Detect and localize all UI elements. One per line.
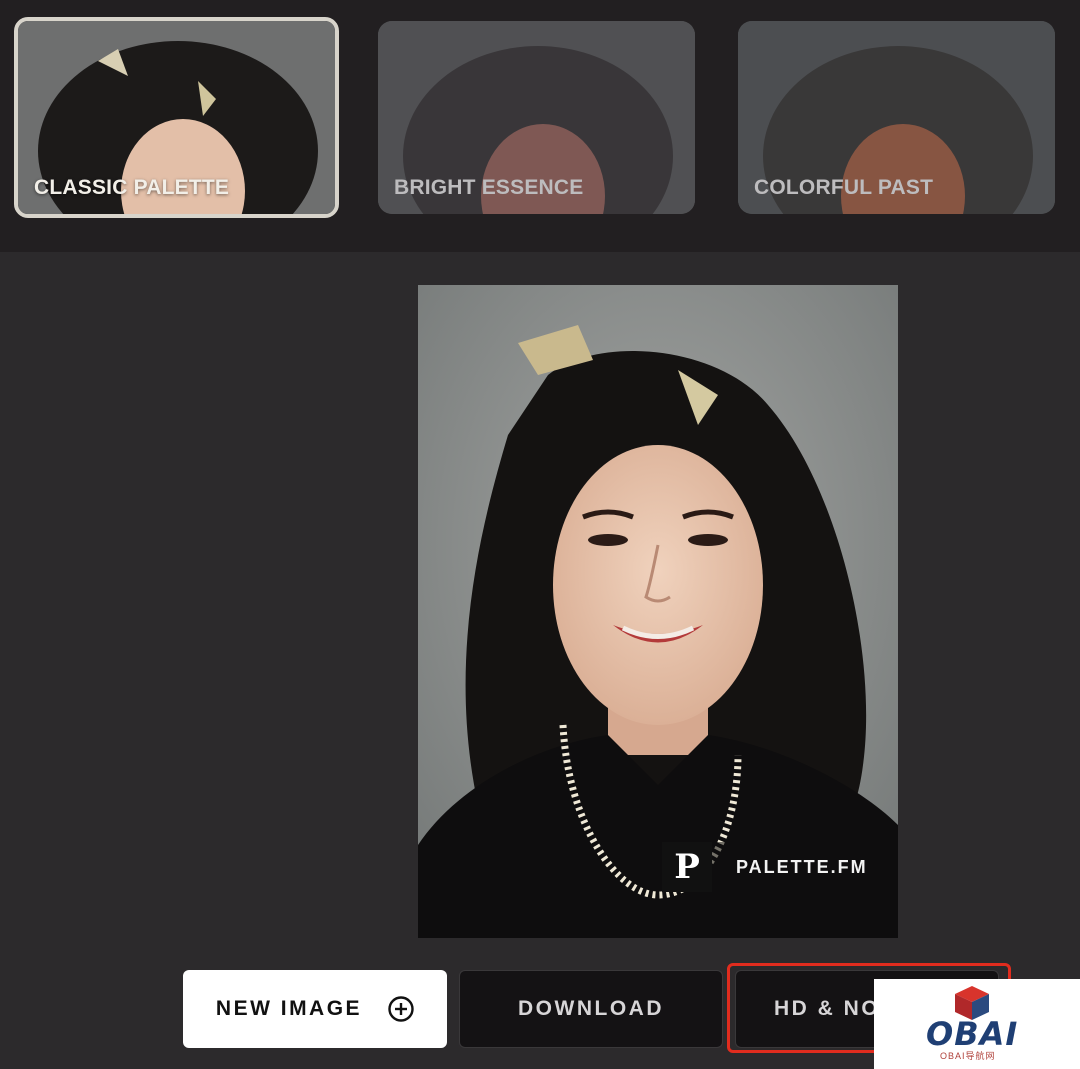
colorized-preview: P PALETTE.FM	[418, 285, 898, 938]
new-image-button[interactable]: NEW IMAGE	[183, 970, 447, 1048]
new-image-label: NEW IMAGE	[215, 997, 363, 1020]
filter-strip: CLASSIC PALETTE BRIGHT ESSENCE COLORFUL …	[0, 0, 1080, 252]
hd-label: HD & NO	[774, 997, 881, 1020]
filter-card-classic-palette[interactable]: CLASSIC PALETTE	[14, 17, 339, 218]
site-watermark-overlay: OBAI OBAI导航网	[874, 979, 1080, 1069]
watermark-text: PALETTE.FM	[736, 856, 868, 877]
filter-card-bright-essence[interactable]: BRIGHT ESSENCE	[378, 21, 695, 214]
download-button[interactable]: DOWNLOAD	[459, 970, 723, 1048]
filter-label: BRIGHT ESSENCE	[394, 176, 584, 199]
download-label: DOWNLOAD	[518, 997, 664, 1020]
filter-card-colorful-past[interactable]: COLORFUL PAST	[738, 21, 1055, 214]
palette-logo-icon: P	[662, 842, 712, 892]
filter-label: CLASSIC PALETTE	[34, 176, 230, 199]
filter-label: COLORFUL PAST	[754, 176, 934, 199]
palette-watermark: P PALETTE.FM	[662, 842, 898, 892]
portrait-image	[418, 285, 898, 938]
plus-circle-icon	[388, 996, 414, 1022]
obai-logo-subtitle: OBAI导航网	[940, 1051, 996, 1061]
obai-logo-text: OBAI	[926, 1015, 1019, 1053]
